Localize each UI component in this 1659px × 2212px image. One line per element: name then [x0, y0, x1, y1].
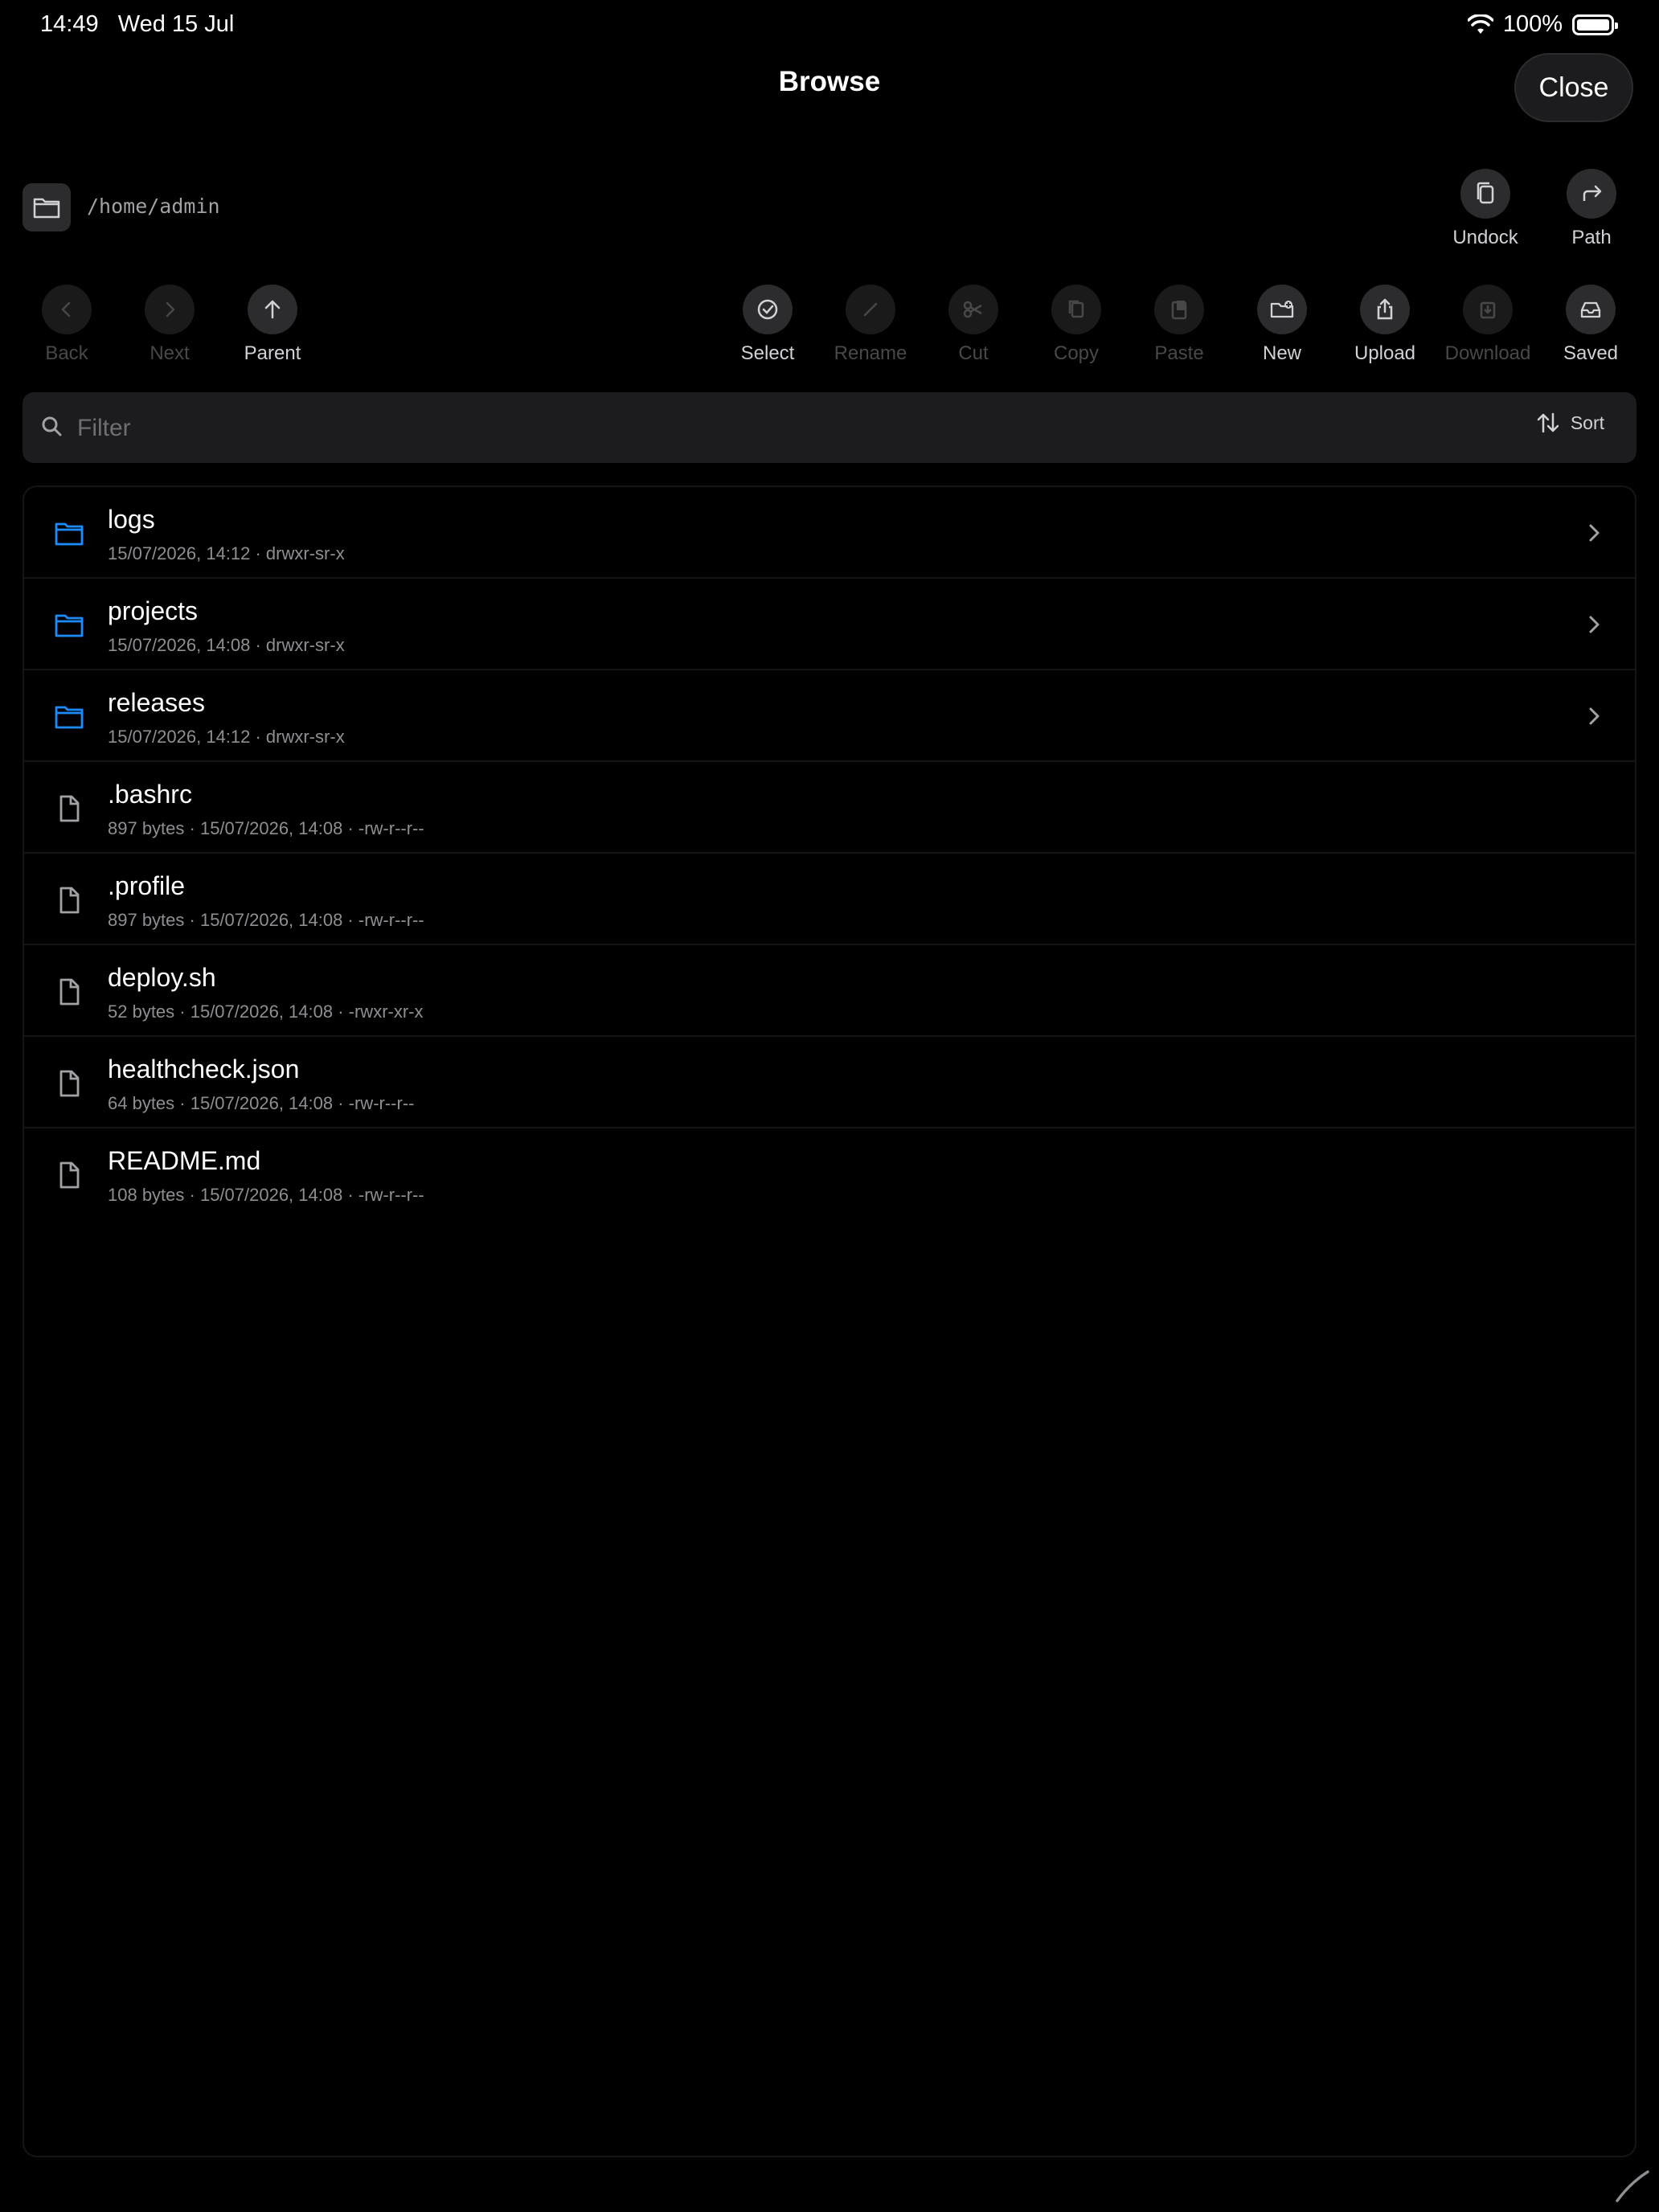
search-icon: [42, 416, 62, 436]
parent-button[interactable]: Parent: [220, 285, 325, 365]
document-icon: [59, 978, 80, 1006]
chevron-right-icon: [1589, 524, 1600, 542]
folder-icon: [55, 706, 84, 729]
new-button[interactable]: New: [1230, 285, 1334, 365]
next-button[interactable]: Next: [117, 285, 222, 365]
undock-label: Undock: [1452, 227, 1518, 248]
list-item-deploy-sh[interactable]: deploy.sh 52 bytes · 15/07/2026, 14:08 ·…: [24, 945, 1635, 1037]
sort-icon: [1537, 412, 1559, 433]
undock-button[interactable]: Undock: [1433, 169, 1538, 249]
new-label: New: [1262, 342, 1301, 364]
sort-button[interactable]: Sort: [1535, 410, 1604, 436]
status-bar-right: 100%: [1467, 11, 1618, 38]
download-icon: [1463, 285, 1513, 334]
chevron-right-icon: [1589, 707, 1600, 725]
path-button[interactable]: Path: [1539, 169, 1644, 249]
new-folder-icon: [1257, 285, 1307, 334]
checkmark-circle-icon: [743, 285, 793, 334]
wifi-icon: [1467, 14, 1493, 34]
next-label: Next: [150, 342, 190, 364]
list-item-releases[interactable]: releases 15/07/2026, 14:12 · drwxr-sr-x: [24, 670, 1635, 762]
filter-input[interactable]: [76, 403, 1445, 453]
rename-label: Rename: [834, 342, 907, 364]
paste-button[interactable]: Paste: [1127, 285, 1231, 365]
file-name: projects: [108, 596, 199, 625]
document-icon: [59, 1070, 80, 1097]
folder-path-icon[interactable]: [23, 183, 71, 231]
battery-percent: 100%: [1502, 11, 1563, 37]
list-item-projects[interactable]: projects 15/07/2026, 14:08 · drwxr-sr-x: [24, 579, 1635, 670]
copy-label: Copy: [1053, 342, 1100, 364]
file-meta: 15/07/2026, 14:12 · drwxr-sr-x: [108, 543, 345, 563]
rename-button[interactable]: Rename: [818, 285, 923, 365]
chevron-right-icon: [145, 285, 195, 334]
file-meta: 64 bytes · 15/07/2026, 14:08 · -rw-r--r-…: [108, 1093, 415, 1113]
file-name: .profile: [108, 871, 186, 900]
file-name: README.md: [108, 1146, 261, 1175]
close-button[interactable]: Close: [1514, 53, 1633, 122]
cut-button[interactable]: Cut: [921, 285, 1026, 365]
status-time: 14:49: [40, 11, 99, 37]
file-name: healthcheck.json: [108, 1055, 300, 1083]
list-item-bashrc[interactable]: .bashrc 897 bytes · 15/07/2026, 14:08 · …: [24, 762, 1635, 854]
file-meta: 108 bytes · 15/07/2026, 14:08 · -rw-r--r…: [108, 1185, 424, 1205]
pencil-icon: [846, 285, 895, 334]
status-date: Wed 15 Jul: [117, 11, 235, 37]
path-label: Path: [1571, 227, 1612, 248]
paste-label: Paste: [1154, 342, 1204, 364]
chevron-left-icon: [42, 285, 92, 334]
upload-label: Upload: [1354, 342, 1416, 364]
select-label: Select: [740, 342, 795, 364]
list-item-healthcheck-json[interactable]: healthcheck.json 64 bytes · 15/07/2026, …: [24, 1037, 1635, 1129]
status-bar-time: 14:49 Wed 15 Jul: [40, 11, 234, 38]
clipboard-icon: [1154, 285, 1204, 334]
document-icon: [59, 1161, 80, 1189]
download-button[interactable]: Download: [1436, 285, 1540, 365]
file-list: logs 15/07/2026, 14:12 · drwxr-sr-x proj…: [23, 485, 1636, 2157]
list-item-profile[interactable]: .profile 897 bytes · 15/07/2026, 14:08 ·…: [24, 854, 1635, 945]
file-meta: 897 bytes · 15/07/2026, 14:08 · -rw-r--r…: [108, 818, 424, 838]
file-meta: 897 bytes · 15/07/2026, 14:08 · -rw-r--r…: [108, 910, 424, 930]
file-name: releases: [108, 688, 205, 717]
saved-button[interactable]: Saved: [1538, 285, 1643, 365]
upload-button[interactable]: Upload: [1333, 285, 1437, 365]
scissors-icon: [948, 285, 998, 334]
file-name: logs: [108, 505, 155, 534]
file-meta: 15/07/2026, 14:08 · drwxr-sr-x: [108, 635, 345, 655]
folder-icon: [55, 522, 84, 546]
upload-icon: [1360, 285, 1410, 334]
back-button[interactable]: Back: [14, 285, 119, 365]
file-name: .bashrc: [108, 780, 192, 809]
copy-icon: [1460, 169, 1510, 219]
parent-label: Parent: [244, 342, 301, 364]
page-title: Browse: [778, 66, 881, 97]
chevron-right-icon: [1589, 616, 1600, 633]
download-label: Download: [1444, 342, 1531, 364]
file-meta: 15/07/2026, 14:12 · drwxr-sr-x: [108, 727, 345, 747]
share-arrow-icon: [1567, 169, 1616, 219]
tray-icon: [1566, 285, 1616, 334]
current-path: /home/admin: [87, 195, 220, 218]
saved-label: Saved: [1563, 342, 1619, 364]
folder-icon: [33, 198, 60, 219]
sort-label: Sort: [1570, 412, 1604, 433]
list-item-readme-md[interactable]: README.md 108 bytes · 15/07/2026, 14:08 …: [24, 1129, 1635, 1220]
filter-bar: Sort: [23, 392, 1636, 463]
select-button[interactable]: Select: [715, 285, 820, 365]
resize-handle-icon[interactable]: [1612, 2165, 1651, 2204]
folder-icon: [55, 614, 84, 637]
battery-icon: [1572, 14, 1618, 35]
list-item-logs[interactable]: logs 15/07/2026, 14:12 · drwxr-sr-x: [24, 487, 1635, 579]
document-icon: [59, 795, 80, 822]
back-label: Back: [45, 342, 88, 364]
arrow-up-icon: [248, 285, 297, 334]
file-meta: 52 bytes · 15/07/2026, 14:08 · -rwxr-xr-…: [108, 1002, 424, 1022]
doc-copy-icon: [1051, 285, 1101, 334]
document-icon: [59, 887, 80, 914]
copy-button[interactable]: Copy: [1024, 285, 1129, 365]
cut-label: Cut: [958, 342, 989, 364]
file-name: deploy.sh: [108, 963, 216, 992]
